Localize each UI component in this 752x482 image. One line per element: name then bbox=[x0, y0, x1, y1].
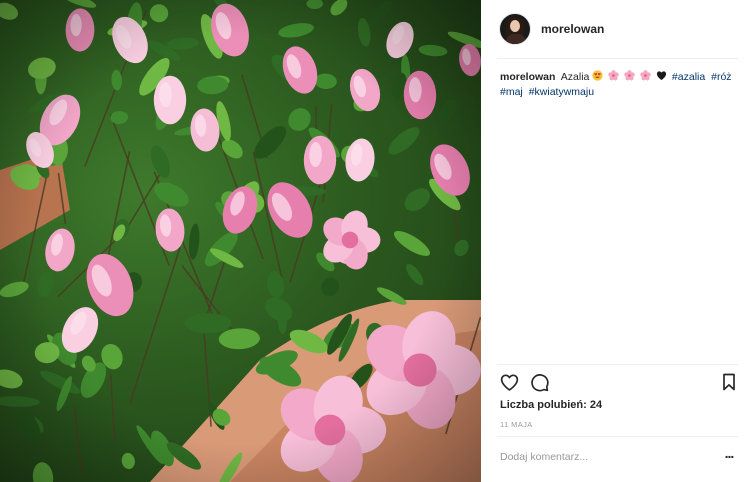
caption-emojis bbox=[592, 70, 672, 83]
comment-section: ... bbox=[497, 436, 739, 476]
hashtag-link[interactable]: #azalia bbox=[672, 71, 705, 83]
pink-blossom-emoji-icon bbox=[608, 70, 619, 81]
bookmark-icon bbox=[723, 373, 735, 391]
black-heart-emoji-icon bbox=[656, 71, 667, 80]
likes-count[interactable]: Liczba polubień: 24 bbox=[500, 399, 602, 411]
actions-divider bbox=[497, 364, 739, 365]
hashtag-link[interactable]: #maj bbox=[500, 86, 523, 98]
instagram-post: morelowan morelowan Azalia #azalia #róż … bbox=[0, 0, 752, 482]
post-photo[interactable] bbox=[0, 0, 481, 482]
like-button[interactable] bbox=[499, 372, 521, 394]
comment-button[interactable] bbox=[529, 372, 551, 394]
hashtag-link[interactable]: #kwiatywmaju bbox=[529, 86, 594, 98]
post-side-panel: morelowan morelowan Azalia #azalia #róż … bbox=[481, 0, 752, 482]
avatar[interactable] bbox=[499, 13, 531, 45]
pink-blossom-emoji-icon bbox=[640, 70, 651, 81]
more-options-button[interactable]: ... bbox=[719, 446, 739, 464]
pink-blossom-emoji-icon bbox=[624, 70, 635, 81]
save-button[interactable] bbox=[719, 372, 741, 394]
caption-username[interactable]: morelowan bbox=[500, 71, 555, 83]
caption-text: Azalia bbox=[560, 71, 590, 83]
post-caption: morelowan Azalia #azalia #róż #maj #kwia… bbox=[500, 70, 740, 100]
post-date[interactable]: 11 MAJA bbox=[500, 420, 533, 429]
header-divider bbox=[497, 58, 739, 59]
azalea-flowers-image bbox=[0, 0, 481, 482]
comment-input[interactable] bbox=[500, 449, 700, 465]
post-actions bbox=[497, 372, 739, 396]
hashtag-link[interactable]: #róż bbox=[711, 71, 731, 83]
heart-icon bbox=[500, 374, 519, 391]
post-header: morelowan bbox=[481, 0, 752, 58]
header-username[interactable]: morelowan bbox=[541, 22, 604, 36]
heart-eyes-emoji-icon bbox=[592, 70, 603, 81]
comment-icon bbox=[531, 374, 549, 392]
